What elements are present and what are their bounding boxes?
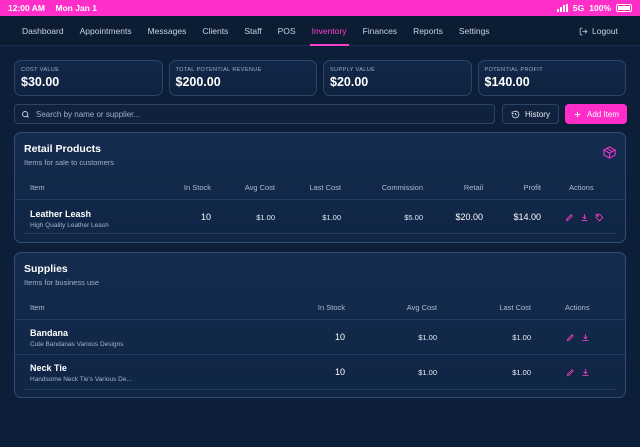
- search-box: [14, 104, 495, 124]
- download-icon[interactable]: [580, 213, 589, 222]
- avg-cost-value: $1.00: [418, 333, 437, 342]
- nav-settings[interactable]: Settings: [451, 16, 498, 46]
- history-label: History: [525, 109, 550, 119]
- col-in-stock: In Stock: [183, 183, 211, 192]
- retail-value: $20.00: [455, 212, 483, 222]
- item-name: Neck Tie: [30, 363, 67, 373]
- col-commission: Commission: [381, 183, 423, 192]
- stat-label: SUPPLY VALUE: [330, 67, 376, 73]
- stat-card-potential-revenue: TOTAL POTENTIAL REVENUE $200.00: [168, 60, 317, 96]
- col-last-cost: Last Cost: [499, 303, 531, 312]
- col-profit: Profit: [523, 183, 541, 192]
- row-divider: [24, 389, 616, 390]
- item-name: Bandana: [30, 328, 69, 338]
- edit-icon[interactable]: [565, 213, 574, 222]
- item-description: High Quality Leather Leash: [30, 222, 109, 229]
- top-nav: Dashboard Appointments Messages Clients …: [0, 16, 640, 46]
- panel-subtitle: Items for sale to customers: [24, 158, 115, 167]
- nav-messages[interactable]: Messages: [140, 16, 195, 46]
- row-actions: [565, 213, 604, 222]
- last-cost-value: $1.00: [512, 333, 531, 342]
- status-battery-text: 100%: [589, 3, 611, 13]
- nav-inventory[interactable]: Inventory: [304, 16, 355, 46]
- col-avg-cost: Avg Cost: [244, 183, 275, 192]
- table-header: Item In Stock Avg Cost Last Cost Actions: [15, 303, 627, 313]
- row-actions: [566, 368, 590, 377]
- table-header: Item In Stock Avg Cost Last Cost Commiss…: [15, 183, 627, 193]
- download-icon[interactable]: [581, 333, 590, 342]
- retail-products-panel: Retail Products Items for sale to custom…: [14, 132, 627, 243]
- table-row: Bandana Cute Bandanas Various Designs 10…: [15, 319, 627, 353]
- search-icon: [22, 110, 29, 118]
- nav-staff[interactable]: Staff: [236, 16, 269, 46]
- box-icon: [602, 145, 617, 165]
- item-name: Leather Leash: [30, 209, 92, 219]
- search-input[interactable]: [36, 109, 494, 119]
- row-divider: [24, 233, 616, 234]
- table-row: Leather Leash High Quality Leather Leash…: [15, 199, 627, 233]
- in-stock-value: 10: [200, 212, 211, 222]
- col-actions: Actions: [569, 183, 594, 192]
- stat-cards: COST VALUE $30.00 TOTAL POTENTIAL REVENU…: [14, 60, 626, 96]
- tag-icon[interactable]: [595, 213, 604, 222]
- nav-pos[interactable]: POS: [270, 16, 304, 46]
- logout-button[interactable]: Logout: [579, 16, 618, 46]
- stat-label: TOTAL POTENTIAL REVENUE: [175, 67, 262, 73]
- stat-value: $20.00: [330, 75, 369, 89]
- table-row: Neck Tie Handsome Neck Tie's Various De.…: [15, 354, 627, 388]
- col-item: Item: [30, 303, 45, 312]
- edit-icon[interactable]: [566, 333, 575, 342]
- nav-finances[interactable]: Finances: [355, 16, 406, 46]
- add-item-button[interactable]: Add Item: [565, 104, 627, 124]
- avg-cost-value: $1.00: [418, 368, 437, 377]
- col-retail: Retail: [463, 183, 483, 192]
- row-actions: [566, 333, 590, 342]
- profit-value: $14.00: [513, 212, 541, 222]
- stat-value: $200.00: [175, 75, 221, 89]
- col-last-cost: Last Cost: [309, 183, 341, 192]
- nav-dashboard[interactable]: Dashboard: [14, 16, 72, 46]
- status-time: 12:00 AM: [8, 3, 46, 13]
- commission-value: $5.00: [404, 213, 423, 222]
- panel-title: Retail Products: [24, 143, 102, 155]
- panel-subtitle: Items for business use: [24, 278, 100, 287]
- last-cost-value: $1.00: [322, 213, 341, 222]
- download-icon[interactable]: [581, 368, 590, 377]
- battery-icon: [616, 4, 632, 12]
- nav-appointments[interactable]: Appointments: [72, 16, 140, 46]
- in-stock-value: 10: [334, 367, 345, 377]
- stat-card-potential-profit: POTENTIAL PROFIT $140.00: [477, 60, 626, 96]
- stat-value: $30.00: [21, 75, 60, 89]
- col-actions: Actions: [565, 303, 590, 312]
- stat-card-cost-value: COST VALUE $30.00: [14, 60, 163, 96]
- col-item: Item: [30, 183, 45, 192]
- item-description: Cute Bandanas Various Designs: [30, 341, 124, 348]
- supplies-panel: Supplies Items for business use Item In …: [14, 252, 627, 398]
- stat-value: $140.00: [484, 75, 530, 89]
- nav-clients[interactable]: Clients: [194, 16, 236, 46]
- edit-icon[interactable]: [566, 368, 575, 377]
- logout-label: Logout: [592, 26, 618, 36]
- status-date: Mon Jan 1: [55, 3, 97, 13]
- last-cost-value: $1.00: [512, 368, 531, 377]
- panel-title: Supplies: [24, 263, 68, 275]
- nav-reports[interactable]: Reports: [405, 16, 451, 46]
- item-description: Handsome Neck Tie's Various De...: [30, 376, 132, 383]
- add-item-label: Add Item: [586, 109, 619, 119]
- stat-label: POTENTIAL PROFIT: [484, 67, 543, 73]
- col-avg-cost: Avg Cost: [406, 303, 437, 312]
- history-button[interactable]: History: [502, 104, 559, 124]
- logout-icon: [579, 27, 588, 35]
- in-stock-value: 10: [334, 332, 345, 342]
- signal-icon: [556, 4, 568, 12]
- avg-cost-value: $1.00: [256, 213, 275, 222]
- stat-label: COST VALUE: [21, 67, 60, 73]
- stat-card-supply-value: SUPPLY VALUE $20.00: [323, 60, 472, 96]
- history-icon: [511, 110, 520, 118]
- status-bar: 12:00 AM Mon Jan 1 5G 100%: [0, 0, 640, 16]
- status-network: 5G: [572, 3, 585, 13]
- col-in-stock: In Stock: [317, 303, 345, 312]
- plus-icon: [574, 111, 581, 117]
